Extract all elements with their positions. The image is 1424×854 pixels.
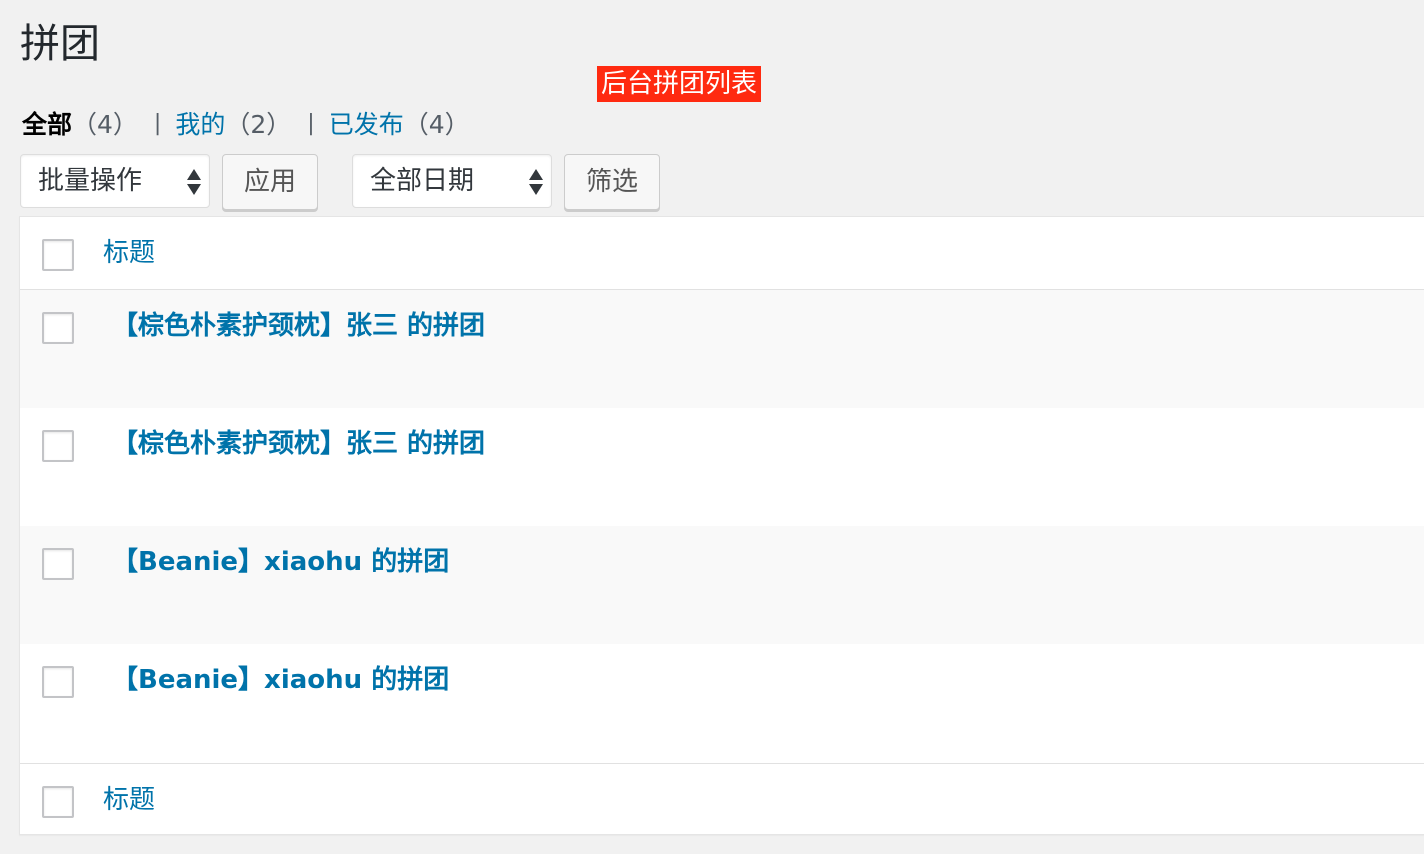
filter-all-count: （4） bbox=[72, 110, 138, 139]
filter-published-label: 已发布 bbox=[328, 110, 404, 139]
posts-list-table: 标题 【棕色朴素护颈枕】张三 的拼团 【棕色朴素护颈枕】张三 的拼团 【Bean… bbox=[19, 216, 1424, 835]
row-title-link[interactable]: 【Beanie】xiaohu 的拼团 bbox=[112, 660, 449, 700]
select-all-checkbox[interactable] bbox=[42, 239, 74, 271]
annotation-label: 后台拼团列表 bbox=[597, 66, 762, 102]
filter-separator: | bbox=[307, 110, 315, 136]
row-title-link[interactable]: 【Beanie】xiaohu 的拼团 bbox=[112, 542, 449, 582]
table-nav: 批量操作 应用 全部日期 筛选 bbox=[20, 154, 720, 212]
status-filters: 全部（4） | 我的（2） | 已发布（4） bbox=[22, 104, 470, 142]
bulk-action-value: 批量操作 bbox=[38, 166, 143, 196]
bulk-action-select[interactable]: 批量操作 bbox=[20, 154, 210, 208]
select-arrows-icon bbox=[187, 167, 201, 197]
filter-separator: | bbox=[153, 110, 162, 136]
row-title-link[interactable]: 【棕色朴素护颈枕】张三 的拼团 bbox=[112, 424, 485, 464]
filter-mine[interactable]: 我的（2） bbox=[175, 105, 291, 141]
table-row: 【棕色朴素护颈枕】张三 的拼团 bbox=[20, 290, 1424, 408]
row-title-link[interactable]: 【棕色朴素护颈枕】张三 的拼团 bbox=[112, 306, 485, 346]
filter-published[interactable]: 已发布（4） bbox=[329, 105, 470, 141]
row-checkbox[interactable] bbox=[42, 548, 74, 580]
page-title: 拼团 bbox=[20, 21, 100, 67]
table-header: 标题 bbox=[20, 217, 1424, 290]
row-checkbox[interactable] bbox=[42, 666, 74, 698]
date-filter-value: 全部日期 bbox=[370, 166, 475, 196]
table-row: 【棕色朴素护颈枕】张三 的拼团 bbox=[20, 408, 1424, 526]
select-all-checkbox-footer[interactable] bbox=[42, 786, 74, 818]
filter-all-label: 全部 bbox=[22, 110, 73, 139]
table-footer: 标题 bbox=[20, 763, 1424, 836]
table-row: 【Beanie】xiaohu 的拼团 bbox=[20, 644, 1424, 762]
row-checkbox[interactable] bbox=[42, 430, 74, 462]
filter-button[interactable]: 筛选 bbox=[564, 154, 660, 210]
filter-published-count: （4） bbox=[403, 110, 470, 139]
table-row: 【Beanie】xiaohu 的拼团 bbox=[20, 526, 1424, 644]
filter-mine-count: （2） bbox=[225, 110, 292, 139]
row-checkbox[interactable] bbox=[42, 312, 74, 344]
select-arrows-icon bbox=[529, 167, 543, 197]
filter-all[interactable]: 全部（4） bbox=[22, 105, 138, 141]
filter-mine-label: 我的 bbox=[175, 110, 226, 139]
column-title-header[interactable]: 标题 bbox=[103, 217, 155, 289]
column-title-footer[interactable]: 标题 bbox=[103, 764, 155, 836]
date-filter-select[interactable]: 全部日期 bbox=[352, 154, 552, 208]
apply-button[interactable]: 应用 bbox=[222, 154, 318, 210]
